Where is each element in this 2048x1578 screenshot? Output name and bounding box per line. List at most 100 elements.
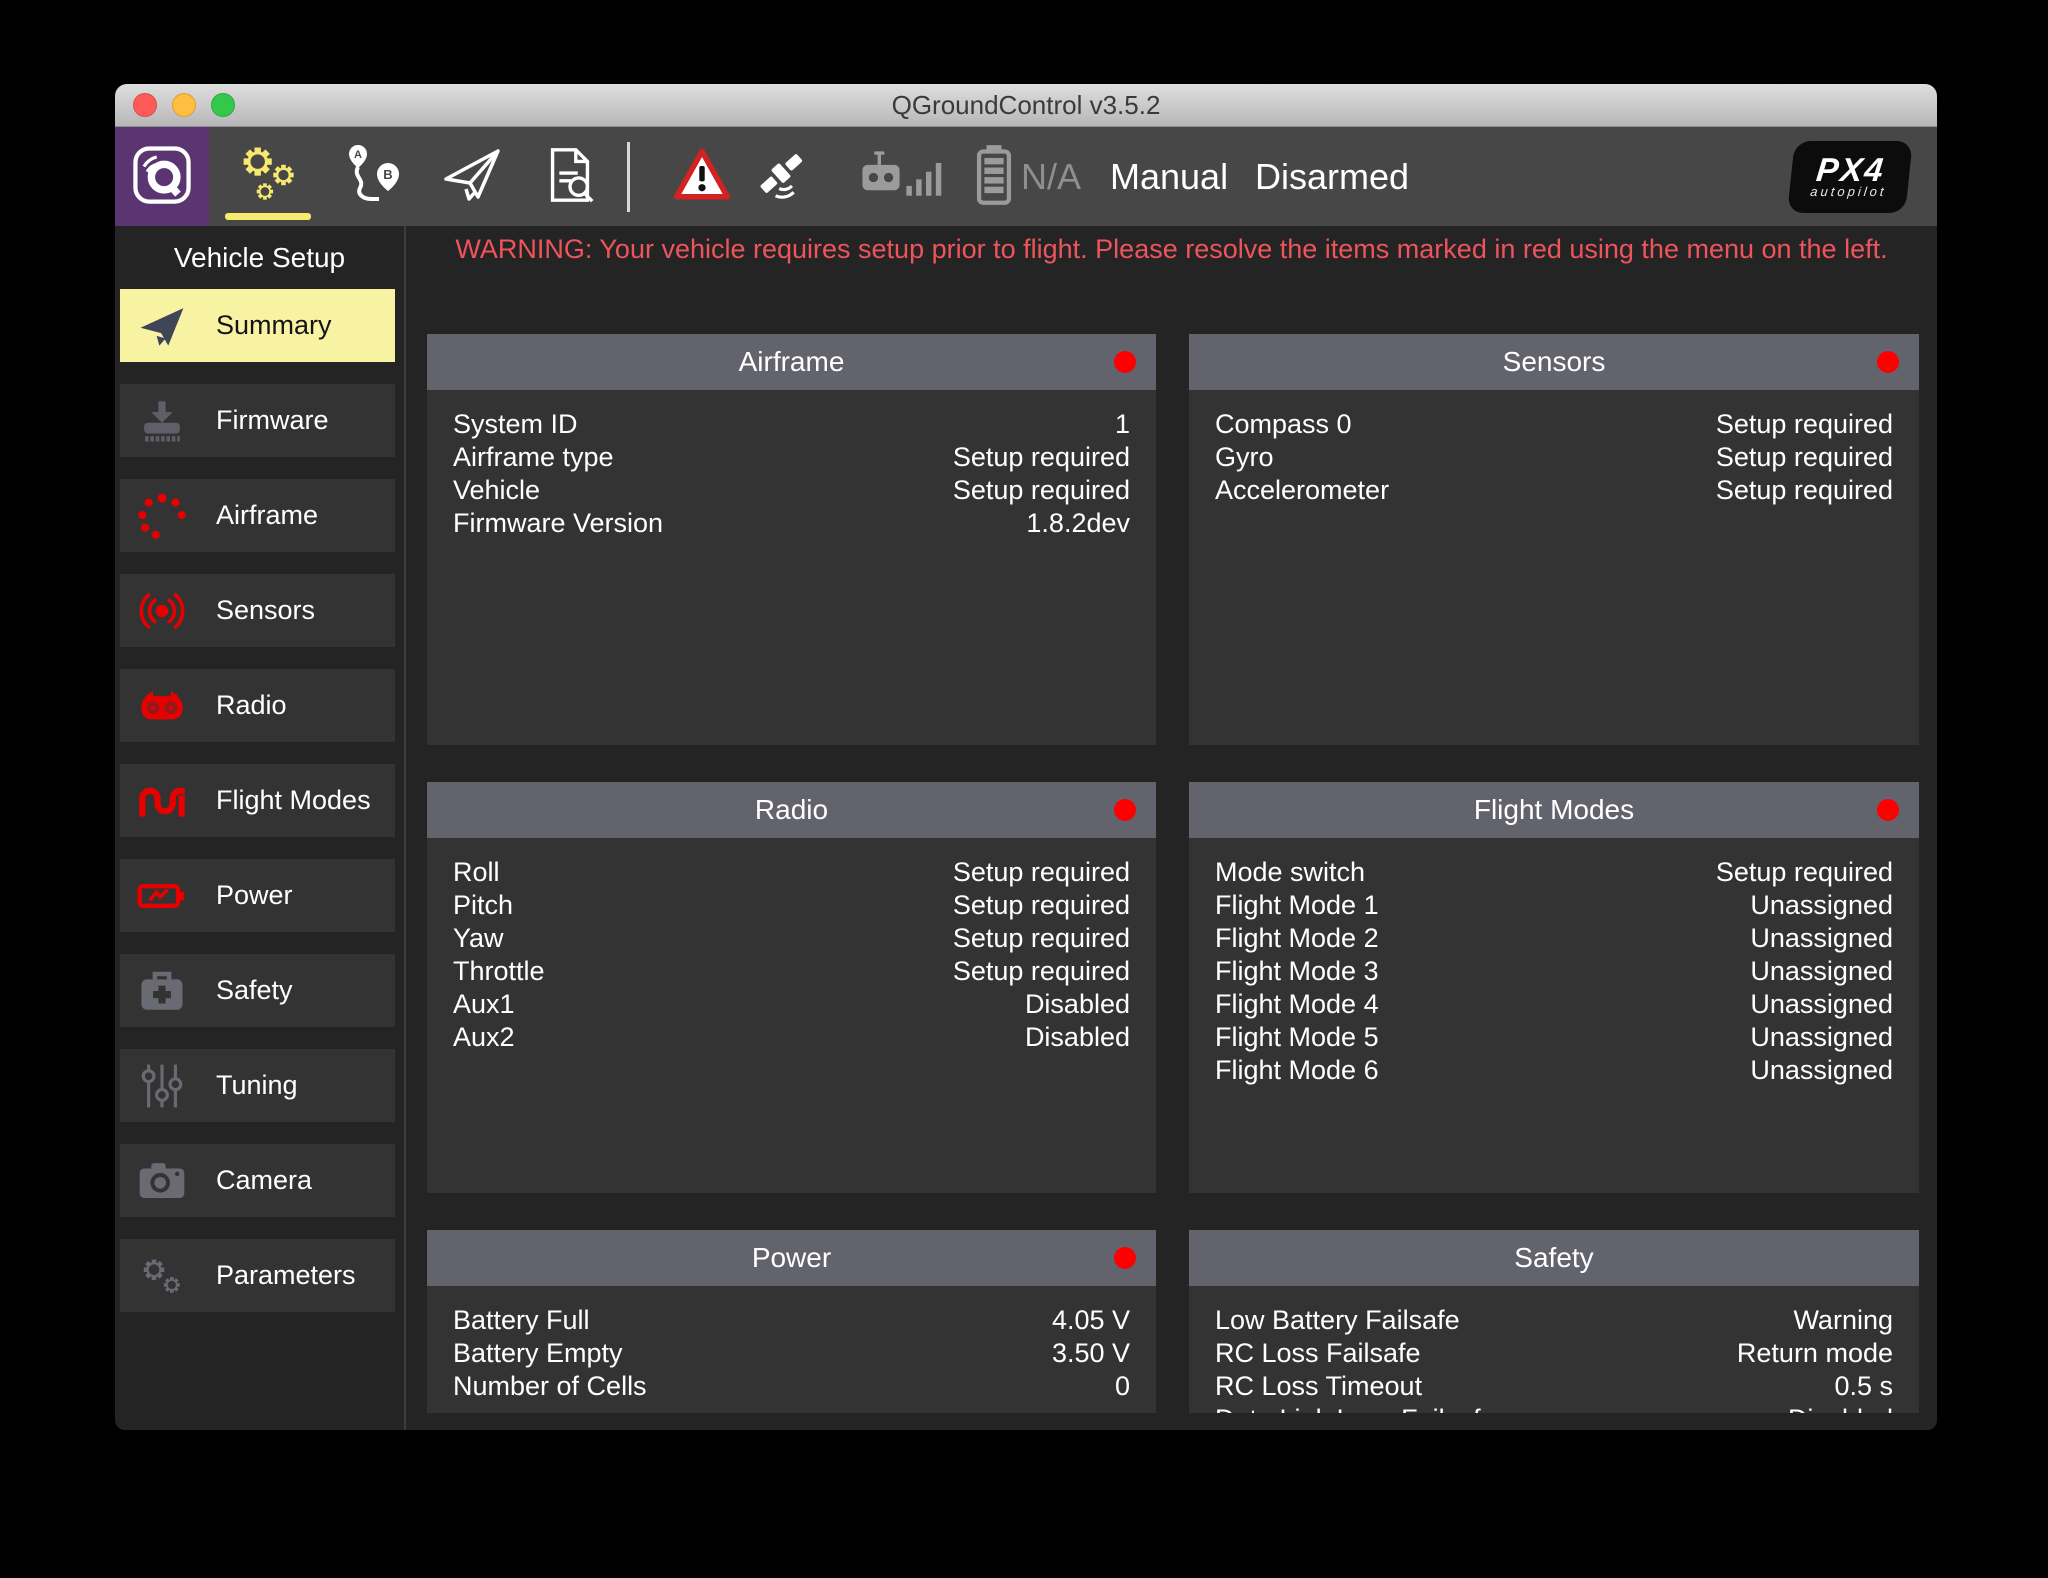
sidebar-item-firmware[interactable]: Firmware [120, 384, 395, 457]
table-row: Battery Full4.05 V [453, 1304, 1130, 1337]
sensors-icon [132, 586, 192, 636]
row-label: RC Loss Failsafe [1215, 1337, 1421, 1370]
sidebar-menu: Summary [120, 289, 395, 1334]
row-value: Unassigned [1750, 955, 1893, 988]
qgc-logo-button[interactable] [115, 127, 209, 227]
tab-fly[interactable] [427, 127, 517, 227]
parameters-icon [132, 1251, 192, 1301]
row-value: 4.05 V [1052, 1304, 1130, 1337]
tab-vehicle-setup[interactable] [223, 127, 313, 227]
row-label: Aux1 [453, 988, 515, 1021]
sidebar-item-label: Summary [216, 310, 332, 341]
table-row: Flight Mode 4Unassigned [1215, 988, 1893, 1021]
row-label: Aux2 [453, 1021, 515, 1054]
toolbar-divider [627, 142, 630, 212]
row-value: 0 [1115, 1370, 1130, 1403]
panel-body: System ID1Airframe typeSetup requiredVeh… [427, 390, 1156, 540]
svg-text:A: A [354, 149, 362, 161]
table-row: Compass 0Setup required [1215, 408, 1893, 441]
tab-plan[interactable]: A B [330, 127, 420, 227]
sidebar-item-radio[interactable]: Radio [120, 669, 395, 742]
table-row: RollSetup required [453, 856, 1130, 889]
battery-indicator[interactable] [965, 127, 1023, 227]
rc-controller-icon [854, 148, 908, 207]
row-value: Unassigned [1750, 922, 1893, 955]
panel-airframe: Airframe System ID1Airframe typeSetup re… [427, 334, 1156, 745]
close-button[interactable] [133, 93, 157, 117]
gears-icon [235, 142, 301, 213]
sidebar-item-airframe[interactable]: Airframe [120, 479, 395, 552]
minimize-button[interactable] [172, 93, 196, 117]
satellite-icon [752, 146, 810, 209]
document-search-icon [539, 144, 601, 211]
row-value: Setup required [953, 889, 1130, 922]
paper-plane-outline-icon [440, 143, 504, 212]
panel-header: Power [427, 1230, 1156, 1286]
table-row: RC Loss FailsafeReturn mode [1215, 1337, 1893, 1370]
row-value: Setup required [953, 856, 1130, 889]
row-label: Mode switch [1215, 856, 1365, 889]
row-label: Firmware Version [453, 507, 663, 540]
tab-analyze[interactable] [525, 127, 615, 227]
table-row: Firmware Version1.8.2dev [453, 507, 1130, 540]
row-value: 0.5 s [1834, 1370, 1893, 1403]
row-value: Disabled [1025, 1021, 1130, 1054]
sidebar-item-tuning[interactable]: Tuning [120, 1049, 395, 1122]
row-value: Unassigned [1750, 1021, 1893, 1054]
row-label: Vehicle [453, 474, 540, 507]
table-row: Flight Mode 3 Unassigned [1215, 955, 1893, 988]
sidebar-item-safety[interactable]: Safety [120, 954, 395, 1027]
sidebar-item-parameters[interactable]: Parameters [120, 1239, 395, 1312]
row-label: Flight Mode 3 [1215, 955, 1379, 988]
table-row: Flight Mode 6Unassigned [1215, 1054, 1893, 1087]
panel-title: Radio [755, 794, 828, 826]
alert-dot [1877, 351, 1899, 373]
panel-header: Radio [427, 782, 1156, 838]
table-row: Number of Cells 0 [453, 1370, 1130, 1403]
sidebar-item-summary[interactable]: Summary [120, 289, 395, 362]
flight-mode-button[interactable]: Manual [1110, 127, 1228, 227]
battery-status-text: N/A [1021, 127, 1081, 227]
airframe-icon [132, 491, 192, 541]
panel-radio: Radio RollSetup requiredPitchSetup requi… [427, 782, 1156, 1193]
px4-logo-text: PX4 [1815, 155, 1887, 185]
vehicle-messages-indicator[interactable] [660, 127, 744, 227]
px4-autopilot-logo: PX4 autopilot [1787, 141, 1913, 213]
panel-title: Safety [1514, 1242, 1593, 1274]
armed-state-button[interactable]: Disarmed [1255, 127, 1409, 227]
sidebar-item-sensors[interactable]: Sensors [120, 574, 395, 647]
power-icon [132, 871, 192, 921]
panel-title: Airframe [739, 346, 845, 378]
panel-title: Flight Modes [1474, 794, 1634, 826]
sidebar-item-label: Firmware [216, 405, 329, 436]
row-label: Yaw [453, 922, 504, 955]
sidebar-item-flight-modes[interactable]: Flight Modes [120, 764, 395, 837]
panel-sensors: Sensors Compass 0Setup requiredGyroSetup… [1189, 334, 1919, 745]
battery-icon [974, 143, 1014, 212]
titlebar: QGroundControl v3.5.2 [115, 84, 1937, 127]
route-icon: A B [343, 143, 407, 212]
sidebar-item-label: Parameters [216, 1260, 356, 1291]
zoom-button[interactable] [211, 93, 235, 117]
autopilot-text: autopilot [1810, 185, 1888, 199]
telemetry-signal-indicator[interactable] [901, 127, 951, 227]
row-label: Number of Cells [453, 1370, 647, 1403]
row-label: Flight Mode 1 [1215, 889, 1379, 922]
table-row: Battery Empty3.50 V [453, 1337, 1130, 1370]
panel-body: Low Battery FailsafeWarningRC Loss Fails… [1189, 1286, 1919, 1413]
sidebar-item-power[interactable]: Power [120, 859, 395, 932]
sidebar-item-camera[interactable]: Camera [120, 1144, 395, 1217]
row-label: Airframe type [453, 441, 614, 474]
qgc-logo-icon [128, 141, 196, 214]
panel-title: Sensors [1503, 346, 1606, 378]
row-value: 3.50 V [1052, 1337, 1130, 1370]
sidebar-item-label: Power [216, 880, 293, 911]
row-value: Unassigned [1750, 1054, 1893, 1087]
row-label: RC Loss Timeout [1215, 1370, 1422, 1403]
row-label: Throttle [453, 955, 545, 988]
gps-indicator[interactable] [739, 127, 823, 227]
firmware-icon [132, 396, 192, 446]
tuning-icon [132, 1061, 192, 1111]
sidebar-title: Vehicle Setup [115, 242, 404, 274]
panel-body: RollSetup requiredPitchSetup requiredYaw… [427, 838, 1156, 1054]
